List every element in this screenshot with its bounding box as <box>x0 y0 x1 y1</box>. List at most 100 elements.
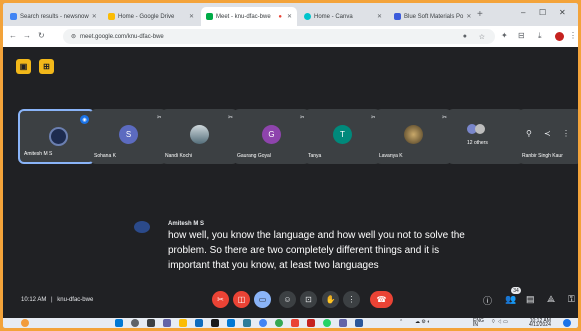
caption-line: important that you know, at least two la… <box>168 260 379 271</box>
host-controls-icon[interactable]: ⚿ <box>568 294 575 305</box>
site-info-icon[interactable]: ⊜ <box>71 33 76 40</box>
close-tab-icon[interactable]: ✕ <box>466 13 471 20</box>
emoji-reactions-button[interactable]: ☺ <box>279 291 296 308</box>
participant-name: Tanya <box>308 153 322 159</box>
edge-icon[interactable] <box>195 319 203 327</box>
participant-tile-others[interactable]: 12 others <box>447 109 524 164</box>
participant-photo <box>190 125 209 144</box>
participant-avatar: S <box>119 125 138 144</box>
browser-tab-4[interactable]: Home - Canva ✕ <box>299 7 387 26</box>
participant-tile-lavanya[interactable]: ✂ Lavanya K <box>375 109 452 164</box>
caption-speaker-avatar <box>134 221 150 233</box>
participant-name: Sohana K <box>94 153 116 159</box>
participant-name: Lavanya K <box>379 153 403 159</box>
meeting-info-icon[interactable]: ⊞ <box>39 59 54 74</box>
activities-icon[interactable]: ⟁ <box>547 294 555 305</box>
network-volume-icon[interactable]: ⌔ ◁ ▭ <box>491 319 508 325</box>
more-options-icon[interactable]: ⋮ <box>562 129 570 138</box>
speaking-indicator-icon: ◉ <box>80 115 89 124</box>
participant-tile-nandi[interactable]: ✂ Nandi Kochi <box>161 109 238 164</box>
chrome-profile-icon[interactable] <box>275 319 283 327</box>
captions-button[interactable]: ▭ <box>254 291 271 308</box>
word-icon[interactable] <box>355 319 363 327</box>
participant-tile-gaurang[interactable]: G ✂ Gaurang Goyal <box>233 109 310 164</box>
widgets-icon[interactable] <box>21 319 29 327</box>
store-icon[interactable] <box>211 319 219 327</box>
recording-icon: ● <box>278 13 282 20</box>
meeting-details-icon[interactable]: ⓘ <box>483 294 492 307</box>
present-screen-button[interactable]: ⊡ <box>300 291 317 308</box>
app-icon[interactable] <box>243 319 251 327</box>
new-tab-button[interactable]: + <box>477 9 483 20</box>
participant-tile-amitesh[interactable]: ◉ Amitesh M S <box>18 109 95 164</box>
tab-favicon-icon <box>394 13 401 20</box>
browser-tab-strip: Search results - newsnow ✕ Home - Google… <box>3 3 578 26</box>
close-tab-icon[interactable]: ✕ <box>377 13 382 20</box>
bookmark-star-icon[interactable]: ☆ <box>479 33 485 41</box>
more-options-button[interactable]: ⋮ <box>343 291 360 308</box>
download-icon[interactable]: ⤓ <box>538 31 542 41</box>
tray-chevron-icon[interactable]: ⌃ <box>399 319 403 325</box>
extensions-icon[interactable]: ✦ <box>501 31 508 40</box>
mail-icon[interactable] <box>227 319 235 327</box>
camera-in-use-icon[interactable]: ● <box>463 33 467 40</box>
minimize-window-button[interactable]: – <box>521 8 525 17</box>
browser-tab-5[interactable]: Blue Soft Materials Po ✕ <box>389 7 475 26</box>
others-count-label: 12 others <box>467 140 488 146</box>
browser-menu-icon[interactable]: ⋮ <box>569 31 577 40</box>
app-icon[interactable] <box>291 319 299 327</box>
tab-favicon-icon <box>206 13 213 20</box>
url-bar[interactable]: ⊜ meet.google.com/knu-dfac-bwe ● ☆ <box>63 29 495 44</box>
language-indicator[interactable]: ENG IN <box>473 319 484 328</box>
microphone-off-button[interactable]: ✂ <box>212 291 229 308</box>
windows-taskbar: ⌃ ☁ ⚙ ◐ ENG IN ⌔ ◁ ▭ 10:12 AM 4/11/2024 <box>3 318 578 328</box>
close-tab-icon[interactable]: ✕ <box>92 13 97 20</box>
pin-icon[interactable]: ⚲ <box>526 129 532 138</box>
meeting-code: knu-dfac-bwe <box>57 297 94 303</box>
people-icon[interactable]: 👥 <box>505 294 516 305</box>
tray-icons[interactable]: ☁ ⚙ ◐ <box>415 319 430 325</box>
close-tab-icon[interactable]: ✕ <box>189 13 194 20</box>
participant-tile-ranbir[interactable]: ⚲ ≺ ⋮ Ranbir Singh Kaur <box>518 109 578 164</box>
browser-tab-3[interactable]: Meet - knu-dfac-bwe ● ✕ <box>201 7 297 26</box>
task-view-icon[interactable] <box>147 319 155 327</box>
camera-off-button[interactable]: ◫ <box>233 291 250 308</box>
close-tab-icon[interactable]: ✕ <box>287 13 292 20</box>
notification-icon[interactable] <box>563 319 571 327</box>
share-icon[interactable]: ≺ <box>544 129 551 138</box>
participant-avatar: G <box>262 125 281 144</box>
teams-icon[interactable] <box>163 319 171 327</box>
forward-icon[interactable]: → <box>23 31 31 40</box>
taskbar-clock[interactable]: 10:12 AM 4/11/2024 <box>529 319 551 328</box>
chrome-icon[interactable] <box>259 319 267 327</box>
meeting-time-and-code: 10:12 AM | knu-dfac-bwe <box>21 297 93 303</box>
maximize-window-button[interactable]: ☐ <box>539 8 546 17</box>
reload-icon[interactable]: ↻ <box>38 31 45 40</box>
participant-tile-tanya[interactable]: T ✂ Tanya <box>304 109 381 164</box>
layout-icon[interactable]: ▣ <box>16 59 31 74</box>
browser-tab-1[interactable]: Search results - newsnow ✕ <box>5 7 101 26</box>
start-menu-icon[interactable] <box>115 319 123 327</box>
participant-avatar: T <box>333 125 352 144</box>
screen: Search results - newsnow ✕ Home - Google… <box>3 3 578 328</box>
tab-title: Blue Soft Materials Po <box>404 13 464 20</box>
app-icon[interactable] <box>339 319 347 327</box>
browser-tab-2[interactable]: Home - Google Drive ✕ <box>103 7 199 26</box>
back-icon[interactable]: ← <box>9 31 17 40</box>
raise-hand-button[interactable]: ✋ <box>322 291 339 308</box>
profile-avatar[interactable] <box>555 32 564 41</box>
tab-title: Search results - newsnow <box>20 13 89 20</box>
tab-search-icon[interactable]: ⊟ <box>518 31 525 40</box>
search-icon[interactable] <box>131 319 139 327</box>
participant-tile-sohana[interactable]: S ✂ Sohana K <box>90 109 167 164</box>
leave-call-button[interactable]: ☎ <box>370 291 393 308</box>
app-icon[interactable] <box>307 319 315 327</box>
whatsapp-icon[interactable] <box>323 319 331 327</box>
caption-line: how well, you know the language and how … <box>168 230 465 241</box>
chat-icon[interactable]: ▤ <box>526 294 535 305</box>
close-window-button[interactable]: ✕ <box>559 8 566 17</box>
participant-photo <box>49 127 68 146</box>
tab-title: Home - Google Drive <box>118 13 175 20</box>
file-explorer-icon[interactable] <box>179 319 187 327</box>
tab-title: Home - Canva <box>314 13 353 20</box>
